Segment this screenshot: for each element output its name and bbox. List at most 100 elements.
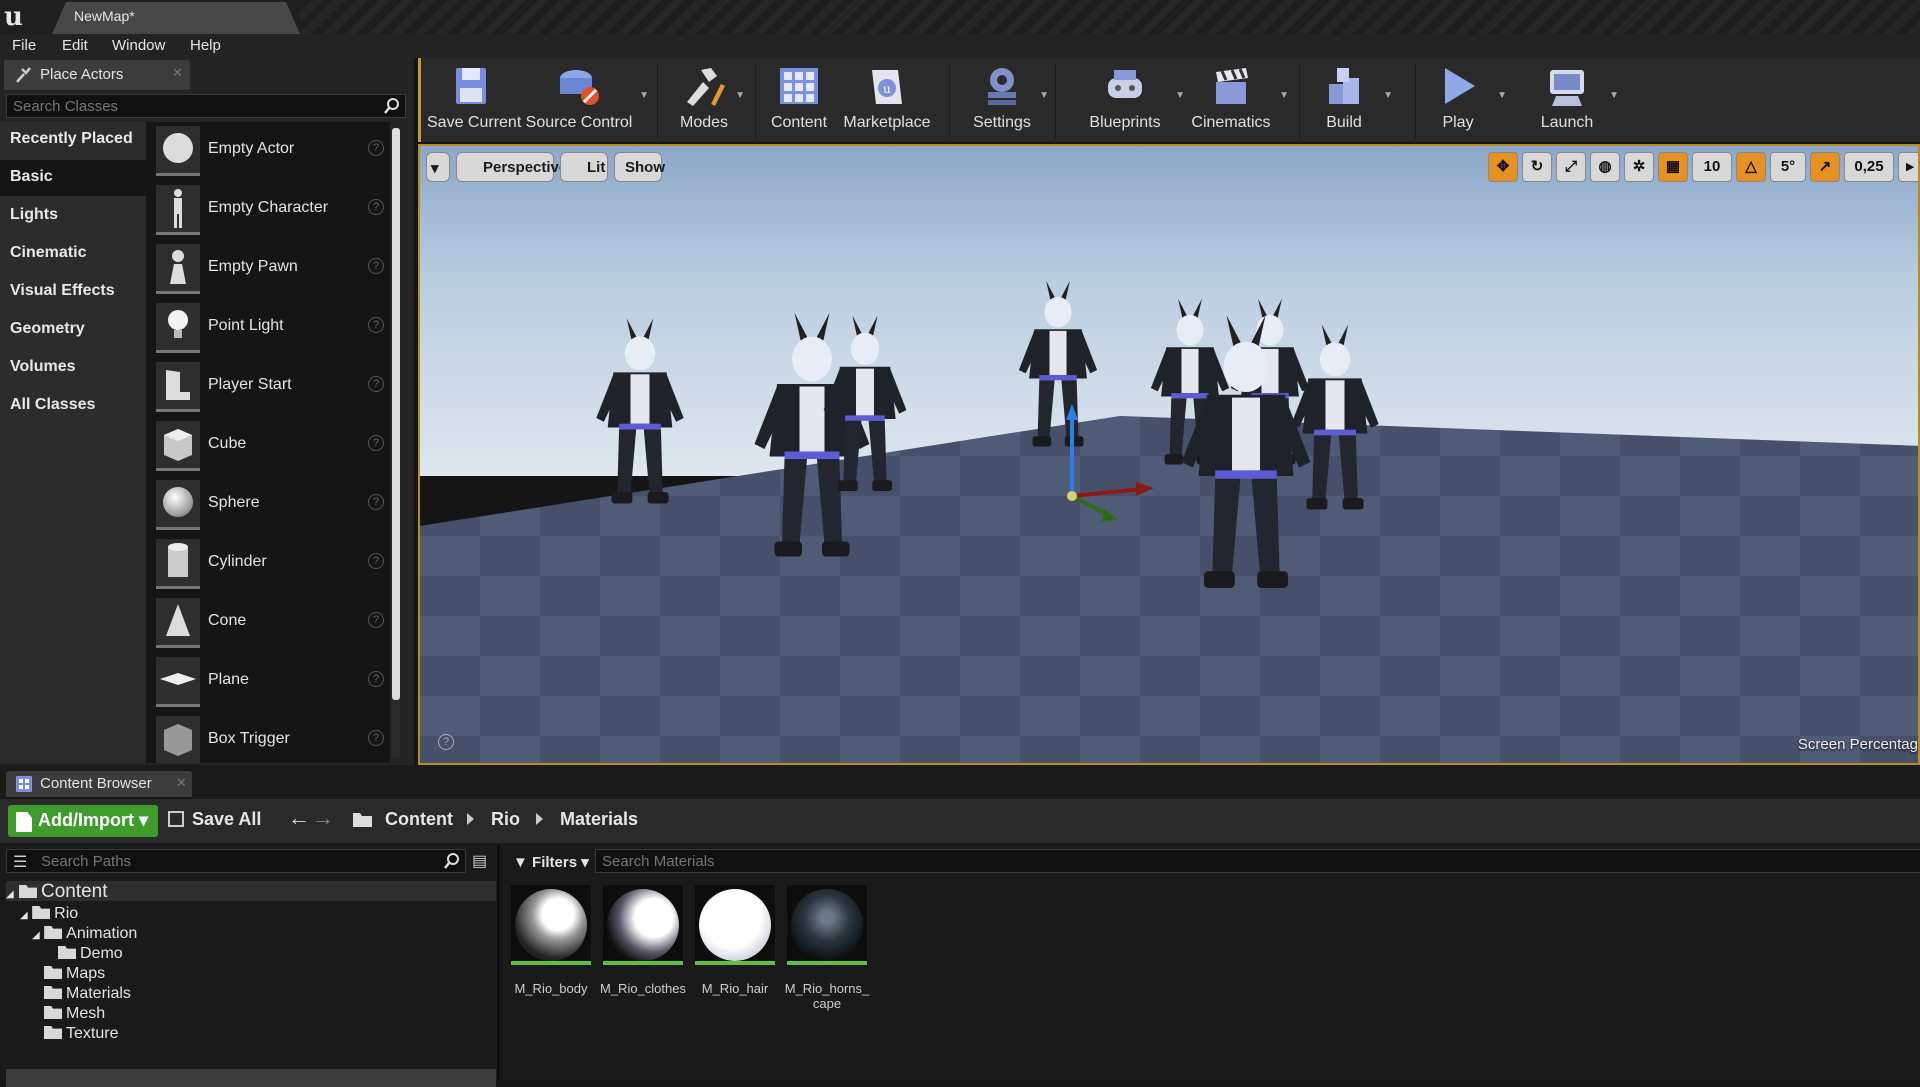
asset-m-rio-hair[interactable]: M_Rio_hair <box>695 885 775 996</box>
tree-item-maps[interactable]: Maps <box>44 965 105 985</box>
close-icon[interactable]: ✕ <box>176 775 187 791</box>
back-arrow-icon[interactable]: ← <box>288 805 310 831</box>
actor-item-player-start[interactable]: Player Start ? <box>146 358 390 416</box>
grid-snap-value[interactable]: 10 <box>1692 152 1732 182</box>
perspective-button[interactable]: Perspective <box>456 152 567 182</box>
actor-item-cone[interactable]: Cone ? <box>146 594 390 652</box>
search-paths-input[interactable] <box>7 850 427 872</box>
chevron-down-icon[interactable]: ▼ <box>1497 90 1507 101</box>
actor-item-plane[interactable]: Plane ? <box>146 653 390 711</box>
menu-edit[interactable]: Edit <box>62 37 88 54</box>
document-tab[interactable]: NewMap* <box>52 2 300 34</box>
tree-item-mesh[interactable]: Mesh <box>44 1005 105 1025</box>
category-volumes[interactable]: Volumes <box>0 350 146 386</box>
asset-m-rio-body[interactable]: M_Rio_body <box>511 885 591 996</box>
category-all-classes[interactable]: All Classes <box>0 388 146 424</box>
category-recently-placed[interactable]: Recently Placed <box>0 122 146 158</box>
actor-item-empty-actor[interactable]: Empty Actor ? <box>146 122 390 180</box>
help-icon[interactable]: ? <box>368 671 384 687</box>
camera-speed-icon[interactable]: ▸ <box>1898 152 1918 182</box>
category-geometry[interactable]: Geometry <box>0 312 146 348</box>
blueprints-button[interactable]: Blueprints ▼ <box>1077 58 1185 142</box>
chevron-down-icon[interactable]: ▼ <box>1383 90 1393 101</box>
search-paths-field[interactable]: ☰ <box>6 849 466 873</box>
tree-item-texture[interactable]: Texture <box>44 1025 118 1045</box>
help-icon[interactable]: ? <box>368 612 384 628</box>
actor-item-sphere[interactable]: Sphere ? <box>146 476 390 534</box>
content-browser-tab[interactable]: Content Browser ✕ <box>6 771 192 797</box>
category-basic[interactable]: Basic <box>0 160 146 196</box>
show-button[interactable]: Show <box>614 152 665 182</box>
category-lights[interactable]: Lights <box>0 198 146 234</box>
actor-item-cube[interactable]: Cube ? <box>146 417 390 475</box>
breadcrumb-content[interactable]: Content <box>385 809 453 830</box>
actor-item-empty-pawn[interactable]: Empty Pawn ? <box>146 240 390 298</box>
marketplace-button[interactable]: u Marketplace <box>841 58 933 142</box>
content-button[interactable]: Content <box>763 58 835 142</box>
actor-list-scrollbar[interactable] <box>392 128 400 758</box>
tree-item-animation[interactable]: ◢ Animation <box>32 925 137 945</box>
help-icon[interactable]: ? <box>368 376 384 392</box>
modes-button[interactable]: Modes ▼ <box>669 58 745 142</box>
tree-item-rio[interactable]: ◢ Rio <box>20 905 78 925</box>
world-space-icon[interactable]: ◍ <box>1590 152 1620 182</box>
rotation-snap-icon[interactable]: △ <box>1736 152 1766 182</box>
save-all-button[interactable]: Save All <box>168 809 261 830</box>
close-icon[interactable]: ✕ <box>172 65 183 81</box>
help-icon[interactable]: ? <box>368 494 384 510</box>
breadcrumb-separator-icon[interactable] <box>536 813 543 825</box>
lit-button[interactable]: Lit <box>560 152 608 182</box>
character-rio[interactable] <box>1291 324 1379 510</box>
scale-snap-value[interactable]: 0,25 <box>1844 152 1894 182</box>
chevron-down-icon[interactable]: ▼ <box>1609 90 1619 101</box>
actor-item-empty-character[interactable]: Empty Character ? <box>146 181 390 239</box>
surface-snap-icon[interactable]: ✲ <box>1624 152 1654 182</box>
add-import-button[interactable]: Add/Import ▾ <box>8 805 158 837</box>
help-icon[interactable]: ? <box>368 435 384 451</box>
help-icon[interactable]: ? <box>438 734 454 750</box>
chevron-down-icon[interactable]: ▼ <box>1279 90 1289 101</box>
rotate-tool-icon[interactable]: ↻ <box>1522 152 1552 182</box>
settings-button[interactable]: Settings ▼ <box>961 58 1049 142</box>
character-rio[interactable] <box>1018 280 1098 447</box>
help-icon[interactable]: ? <box>368 258 384 274</box>
save-current-button[interactable]: Save Current <box>427 58 521 142</box>
actor-item-box-trigger[interactable]: Box Trigger ? <box>146 712 390 763</box>
menu-window[interactable]: Window <box>112 37 165 54</box>
translate-tool-icon[interactable]: ✥ <box>1488 152 1518 182</box>
scrollbar-thumb[interactable] <box>392 128 400 700</box>
category-cinematic[interactable]: Cinematic <box>0 236 146 272</box>
help-icon[interactable]: ? <box>368 730 384 746</box>
place-actors-tab[interactable]: Place Actors ✕ <box>4 60 190 90</box>
help-icon[interactable]: ? <box>368 140 384 156</box>
grid-snap-icon[interactable]: ▦ <box>1658 152 1688 182</box>
tree-item-materials[interactable]: Materials <box>44 985 131 1005</box>
cinematics-button[interactable]: Cinematics ▼ <box>1183 58 1289 142</box>
breadcrumb-separator-icon[interactable] <box>467 813 474 825</box>
search-icon[interactable] <box>383 97 401 115</box>
actor-item-point-light[interactable]: Point Light ? <box>146 299 390 357</box>
search-materials-input[interactable] <box>596 850 1920 872</box>
breadcrumb-materials[interactable]: Materials <box>560 809 638 830</box>
help-icon[interactable]: ? <box>368 317 384 333</box>
asset-m-rio-clothes[interactable]: M_Rio_clothes <box>600 885 686 996</box>
search-classes-field[interactable] <box>6 94 406 118</box>
tree-item-content[interactable]: ◢ Content <box>6 881 108 902</box>
level-viewport[interactable]: ▾ Perspective Lit Show ✥ ↻ ⤢ ◍ ✲ ▦ 10 △ … <box>418 144 1920 765</box>
view-options-icon[interactable]: ▤ <box>472 851 487 871</box>
tree-item-demo[interactable]: Demo <box>58 945 123 965</box>
menu-file[interactable]: File <box>12 37 36 54</box>
forward-arrow-icon[interactable]: → <box>312 805 334 831</box>
character-rio[interactable] <box>596 318 684 504</box>
rotation-snap-value[interactable]: 5° <box>1770 152 1806 182</box>
launch-button[interactable]: Launch ▼ <box>1529 58 1619 142</box>
actor-item-cylinder[interactable]: Cylinder ? <box>146 535 390 593</box>
viewport-options-button[interactable]: ▾ <box>426 152 450 182</box>
search-classes-input[interactable] <box>7 95 377 117</box>
scale-tool-icon[interactable]: ⤢ <box>1556 152 1586 182</box>
help-icon[interactable]: ? <box>368 553 384 569</box>
tree-view-icon[interactable]: ☰ <box>13 852 27 872</box>
search-icon[interactable] <box>443 852 461 870</box>
breadcrumb-rio[interactable]: Rio <box>491 809 520 830</box>
help-icon[interactable]: ? <box>368 199 384 215</box>
